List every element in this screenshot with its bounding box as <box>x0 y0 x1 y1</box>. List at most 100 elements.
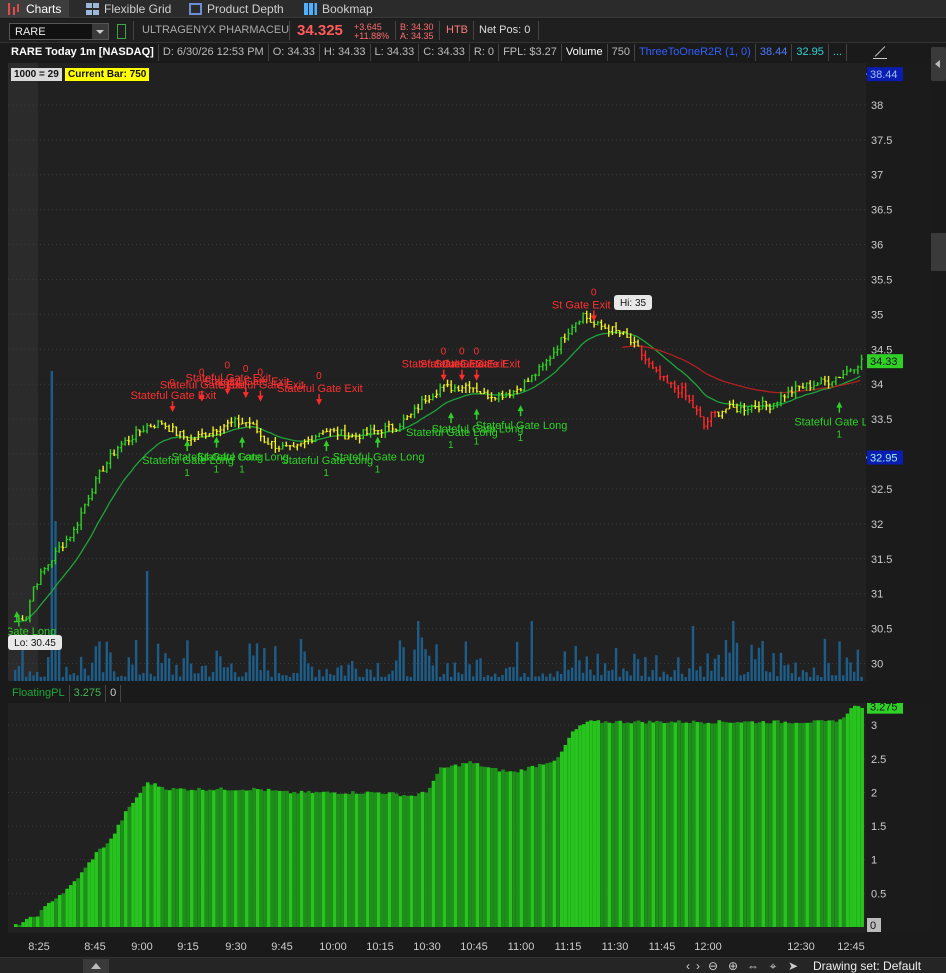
volume-bar <box>153 676 156 681</box>
volume-bar <box>244 672 248 681</box>
crosshair-icon[interactable]: ⌖ <box>765 958 781 973</box>
volume-bar <box>336 667 339 681</box>
pl-bar <box>332 792 337 927</box>
price-chart-svg[interactable]: tateful Gate Long1Stateful Gate Long1Sta… <box>0 63 868 681</box>
volume-bar <box>237 676 240 681</box>
floatingpl-label[interactable]: FloatingPL <box>8 685 70 702</box>
volume-bar <box>178 676 182 681</box>
volume-bar <box>120 675 123 681</box>
volume-label[interactable]: Volume <box>562 44 608 61</box>
collapse-panel-button[interactable] <box>83 959 109 973</box>
drawing-set-label[interactable]: Drawing set: Default <box>813 959 921 973</box>
expand-icon[interactable] <box>873 45 887 59</box>
pl-bar <box>50 901 55 927</box>
volume-value: 750 <box>608 44 635 61</box>
bar-ratio-badge: 1000 = 29 <box>11 68 62 81</box>
pl-bar <box>765 723 769 927</box>
volume-bar <box>754 659 757 681</box>
pl-bar <box>724 722 729 927</box>
link-icon[interactable] <box>117 24 126 39</box>
pl-bar <box>490 767 494 927</box>
price-tick-label: 31 <box>871 589 883 601</box>
pl-bar <box>244 790 249 927</box>
price-chart-panel[interactable]: tateful Gate Long1Stateful Gate Long1Sta… <box>0 63 868 681</box>
volume-bar <box>666 674 669 681</box>
volume-bar <box>757 647 761 681</box>
pl-bar <box>46 902 51 927</box>
pl-bar <box>435 773 439 927</box>
volume-bar <box>596 653 599 681</box>
pl-bar <box>193 790 198 927</box>
tab-flexible-grid[interactable]: Flexible Grid <box>78 0 179 18</box>
scroll-right-icon[interactable]: › <box>690 958 706 973</box>
floatingpl-axis[interactable]: 3 2.5 2 1.5 1 0.5 3.275 0 <box>866 699 930 933</box>
zoom-out-icon[interactable]: ⊖ <box>705 958 721 973</box>
side-panel-toggle[interactable] <box>931 47 946 81</box>
floatingpl-svg[interactable] <box>8 703 866 933</box>
pl-bar <box>230 790 234 927</box>
volume-bar <box>622 668 625 681</box>
floatingpl-panel[interactable] <box>8 703 866 933</box>
pl-bar <box>365 791 370 927</box>
volume-bar <box>526 676 530 681</box>
pl-bar <box>735 722 740 927</box>
volume-bar <box>241 676 244 681</box>
pl-bar <box>537 763 542 927</box>
pl-bar <box>772 720 777 927</box>
pan-icon[interactable]: ⇔ <box>745 958 761 973</box>
exit-signal-count: 0 <box>316 371 322 382</box>
cursor-icon[interactable]: ➤ <box>785 958 801 973</box>
volume-bar <box>490 676 493 681</box>
volume-bar <box>578 660 581 681</box>
time-axis[interactable]: 8:25 8:45 9:00 9:15 9:30 9:45 10:00 10:15 10:30 1… <box>8 935 866 957</box>
pl-bar <box>504 771 509 927</box>
volume-bar <box>347 664 350 681</box>
volume-bar <box>548 673 552 681</box>
long-signal-label: Stateful Gate L <box>794 417 866 429</box>
time-axis-svg: 8:25 8:45 9:00 9:15 9:30 9:45 10:00 10:15 10:30 1… <box>28 941 864 953</box>
pl-bar <box>398 796 403 927</box>
pl-bar <box>329 792 333 927</box>
volume-bar <box>369 669 372 681</box>
volume-bar <box>750 644 753 681</box>
price-axis[interactable]: 3837.53736.53635.53534.53433.53332.53231… <box>866 63 930 681</box>
pl-bar <box>160 786 165 927</box>
pl-bar <box>131 802 135 927</box>
volume-bar <box>695 670 698 681</box>
pl-bar <box>373 792 377 927</box>
volume-bar <box>277 673 281 681</box>
chevron-down-icon[interactable] <box>92 24 108 39</box>
pl-bar <box>457 766 461 927</box>
exit-signal-label: St Gate Exit <box>552 299 611 311</box>
exit-signal-count: 0 <box>225 361 231 372</box>
more-studies[interactable]: ... <box>829 44 848 61</box>
volume-bar <box>292 672 295 681</box>
volume-bar <box>515 641 519 681</box>
pl-bar <box>805 722 809 927</box>
volume-bar <box>743 674 746 681</box>
volume-bar <box>28 671 32 681</box>
tab-charts[interactable]: Charts <box>0 0 70 18</box>
volume-bar <box>688 668 691 681</box>
volume-bar <box>43 676 46 681</box>
exit-signal-count: 0 <box>257 368 263 379</box>
tab-product-depth[interactable]: Product Depth <box>181 0 292 18</box>
pl-bar <box>691 720 696 927</box>
volume-bar <box>208 676 211 681</box>
volume-bar <box>713 658 717 681</box>
pl-bar <box>413 796 417 927</box>
divider <box>395 21 396 40</box>
chart-title[interactable]: RARE Today 1m [NASDAQ] <box>8 44 159 61</box>
info-open: O: 34.33 <box>269 44 320 61</box>
study-label[interactable]: ThreeToOneR2R (1, 0) <box>635 44 756 61</box>
volume-bar <box>248 643 251 681</box>
volume-bar <box>310 666 314 681</box>
volume-bar <box>76 675 79 681</box>
zoom-in-icon[interactable]: ⊕ <box>725 958 741 973</box>
volume-bar <box>856 649 860 681</box>
volume-bar <box>54 521 57 681</box>
side-scroll-handle[interactable] <box>931 233 946 271</box>
pl-value-tag-text: 3.275 <box>870 703 898 714</box>
pl-bar <box>65 888 69 927</box>
tab-bookmap[interactable]: Bookmap <box>296 0 381 18</box>
